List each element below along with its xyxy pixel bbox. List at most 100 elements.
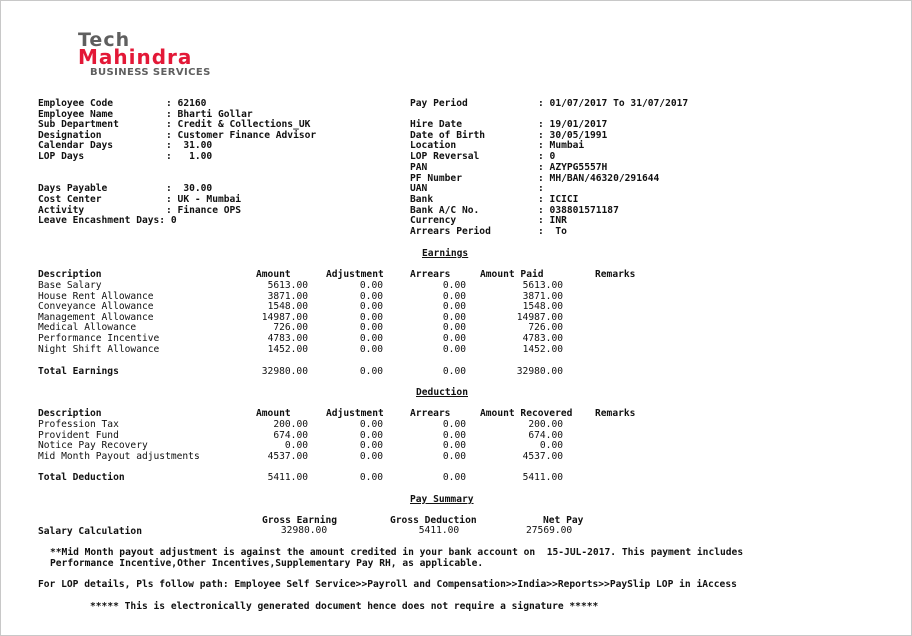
gross-deduction-value: 5411.00	[418, 525, 460, 536]
logo-mahindra: Mahindra	[78, 45, 193, 69]
leave-encashment-days: Leave Encashment Days: 0	[38, 215, 177, 226]
earnings-row-description: House Rent Allowance	[38, 290, 154, 302]
earnings-row-adjustment: 0.00	[359, 343, 383, 355]
earnings-row-adjustment: 0.00	[359, 290, 383, 302]
deduction-row-amount: 4537.00	[267, 450, 308, 462]
salary-calculation-label: Salary Calculation	[38, 526, 142, 537]
deduction-row-arrears: 0.00	[442, 440, 466, 452]
earnings-row-description: Base Salary	[38, 280, 102, 291]
mid-month-note-line2: Performance Incentive,Other Incentives,S…	[50, 558, 484, 569]
days-payable-label: Days Payable	[38, 183, 108, 194]
pay-period-label: Pay Period	[410, 98, 468, 109]
lop-reversal-label: LOP Reversal	[410, 151, 480, 162]
total-deduction-amount: 5411.00	[267, 472, 308, 483]
earnings-row-paid: 4783.00	[522, 333, 563, 344]
deduction-row-adjustment: 0.00	[359, 429, 383, 441]
deduction-row-description: Profession Tax	[38, 419, 119, 430]
earnings-row-adjustment: 0.00	[359, 333, 383, 344]
activity-value: : Finance OPS	[166, 205, 242, 216]
earnings-row-description: Management Allowance	[38, 311, 154, 323]
earnings-row-arrears: 0.00	[442, 343, 466, 355]
gross-earning-value: 32980.00	[280, 525, 328, 536]
employee-code-label: Employee Code	[38, 98, 114, 109]
sub-department-value: : Credit & Collections_UK	[166, 119, 311, 130]
location-value: : Mumbai	[538, 140, 585, 151]
earnings-row-arrears: 0.00	[442, 280, 466, 291]
bank-label: Bank	[410, 194, 434, 205]
pf-number-value: : MH/BAN/46320/291644	[538, 173, 660, 184]
deduction-header-amount-recovered: Amount Recovered	[480, 408, 573, 419]
deduction-row-description: Mid Month Payout adjustments	[38, 450, 200, 462]
earnings-row-adjustment: 0.00	[359, 311, 383, 323]
deduction-header-remarks: Remarks	[595, 408, 636, 419]
hire-date-label: Hire Date	[410, 119, 462, 130]
deduction-row-adjustment: 0.00	[359, 440, 383, 452]
lop-details-note: For LOP details, Pls follow path: Employ…	[38, 579, 737, 590]
total-deduction-recovered: 5411.00	[522, 472, 563, 483]
earnings-row-arrears: 0.00	[442, 322, 466, 334]
earnings-row-paid: 1548.00	[522, 301, 563, 313]
earnings-header-amount: Amount	[256, 269, 291, 280]
uan-value: :	[538, 183, 544, 194]
earnings-row-amount: 5613.00	[267, 280, 308, 291]
earnings-row-paid: 1452.00	[522, 343, 563, 355]
earnings-row-arrears: 0.00	[442, 333, 466, 344]
total-deduction-arrears: 0.00	[442, 472, 466, 483]
uan-label: UAN	[410, 183, 428, 194]
company-logo: Tech Mahindra BUSINESS SERVICES	[78, 31, 211, 79]
earnings-row-adjustment: 0.00	[359, 322, 383, 334]
pan-value: : AZYPG5557H	[538, 162, 608, 173]
deduction-header-amount: Amount	[256, 408, 291, 419]
earnings-row-description: Medical Allowance	[38, 322, 137, 334]
earnings-row-arrears: 0.00	[442, 301, 466, 313]
earnings-row-amount: 3871.00	[267, 290, 308, 302]
deduction-header-arrears: Arrears	[410, 408, 451, 419]
deduction-row-amount: 674.00	[273, 429, 308, 441]
total-earnings-amount: 32980.00	[261, 366, 308, 377]
earnings-row-description: Night Shift Allowance	[38, 343, 160, 355]
earnings-row-amount: 14987.00	[261, 311, 308, 323]
employee-code-value: : 62160	[166, 98, 207, 109]
total-deduction-label: Total Deduction	[38, 472, 125, 483]
total-earnings-arrears: 0.00	[442, 366, 466, 377]
earnings-row-paid: 5613.00	[522, 280, 563, 291]
earnings-row-description: Performance Incentive	[38, 333, 160, 344]
currency-label: Currency	[410, 215, 457, 226]
earnings-header-amount-paid: Amount Paid	[480, 269, 544, 280]
deduction-row-recovered: 674.00	[528, 429, 563, 441]
mid-month-note-line1: **Mid Month payout adjustment is against…	[50, 547, 744, 558]
earnings-row-paid: 14987.00	[516, 311, 563, 323]
bank-value: : ICICI	[538, 194, 579, 205]
cost-center-label: Cost Center	[38, 194, 102, 205]
deduction-row-amount: 200.00	[273, 419, 308, 430]
earnings-row-description: Conveyance Allowance	[38, 301, 154, 313]
earnings-row-adjustment: 0.00	[359, 280, 383, 291]
earnings-title: Earnings	[422, 248, 469, 259]
earnings-row-paid: 3871.00	[522, 290, 563, 302]
currency-value: : INR	[538, 215, 567, 226]
location-label: Location	[410, 140, 457, 151]
arrears-period-value: : To	[538, 226, 567, 237]
deduction-row-recovered: 200.00	[528, 419, 563, 430]
earnings-header-remarks: Remarks	[595, 269, 636, 280]
days-payable-value: : 30.00	[166, 183, 213, 194]
deduction-row-description: Notice Pay Recovery	[38, 440, 148, 452]
deduction-header-adjustment: Adjustment	[326, 408, 384, 419]
total-earnings-paid: 32980.00	[516, 366, 563, 377]
earnings-row-amount: 1452.00	[267, 343, 308, 355]
deduction-row-amount: 0.00	[284, 440, 308, 452]
lop-reversal-value: : 0	[538, 151, 556, 162]
earnings-row-amount: 1548.00	[267, 301, 308, 313]
earnings-header-arrears: Arrears	[410, 269, 451, 280]
lop-days-label: LOP Days	[38, 151, 85, 162]
deduction-title: Deduction	[416, 387, 468, 398]
deduction-row-arrears: 0.00	[442, 429, 466, 441]
earnings-header-adjustment: Adjustment	[326, 269, 384, 280]
earnings-header-description: Description	[38, 269, 102, 280]
cost-center-value: : UK - Mumbai	[166, 194, 242, 205]
earnings-row-arrears: 0.00	[442, 311, 466, 323]
calendar-days-label: Calendar Days	[38, 140, 114, 151]
calendar-days-value: : 31.00	[166, 140, 213, 151]
total-deduction-adjustment: 0.00	[359, 472, 383, 483]
signature-note: ***** This is electronically generated d…	[90, 601, 599, 612]
